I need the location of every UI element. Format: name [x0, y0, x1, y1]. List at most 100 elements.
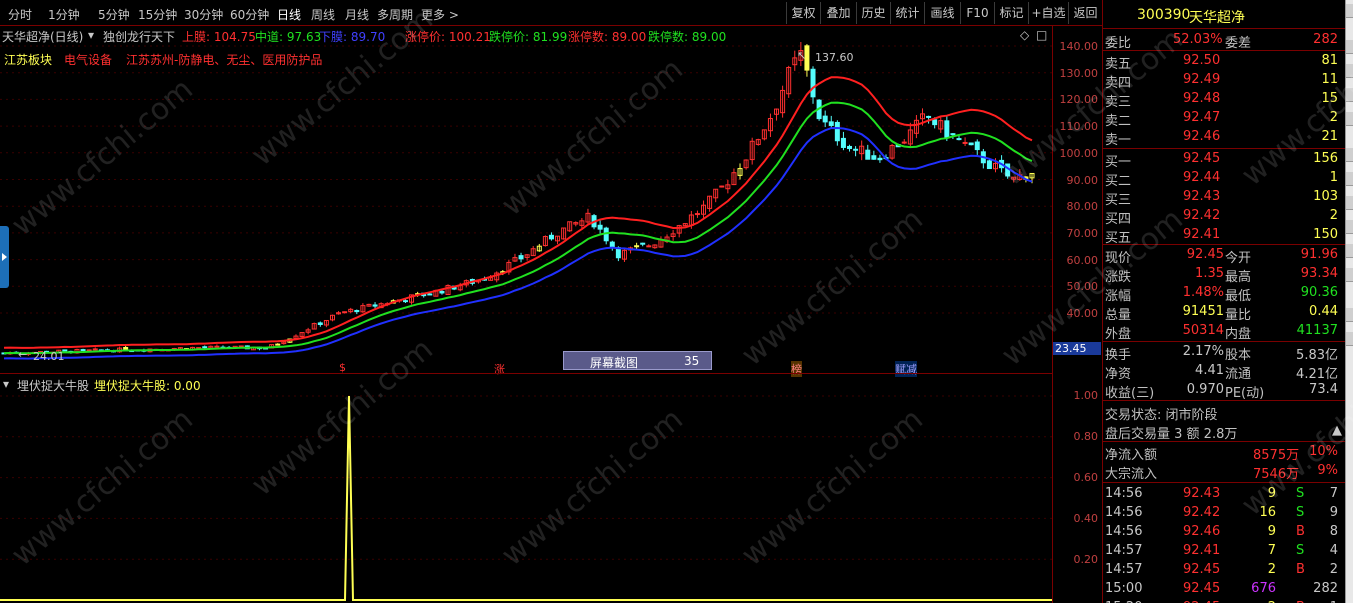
tool-icon[interactable] — [1346, 244, 1353, 258]
tick-volume: 2 — [1267, 562, 1276, 577]
sell-level-label: 卖五 — [1105, 57, 1132, 72]
candle-body — [926, 115, 932, 118]
buy-price: 92.42 — [1183, 208, 1221, 223]
period-30min[interactable]: 30分钟 — [184, 6, 223, 23]
period-monthly[interactable]: 月线 — [345, 6, 369, 23]
weibi-label: 委比 — [1105, 36, 1132, 51]
tool-icon[interactable] — [1346, 112, 1353, 126]
divider — [1103, 482, 1346, 483]
stats-label: 股本 — [1225, 348, 1252, 363]
buy-level-row: 买五 92.41 150 — [1103, 226, 1346, 246]
mark-button[interactable]: 标记 — [994, 2, 1028, 24]
tool-icon[interactable] — [1346, 4, 1353, 18]
price-tick: 80.00 — [1066, 200, 1099, 213]
candle-body — [871, 155, 877, 160]
candle-body — [810, 68, 816, 98]
ind-tick: 0.40 — [1073, 512, 1099, 525]
candle-body — [968, 142, 974, 146]
stock-name: 天华超净 — [1189, 10, 1245, 26]
buy-price: 92.44 — [1183, 170, 1221, 185]
tick-volume: 7 — [1267, 543, 1276, 558]
tool-icon[interactable] — [1346, 172, 1353, 186]
tool-icon[interactable] — [1346, 148, 1353, 162]
tick-count: 4 — [1329, 543, 1338, 558]
tick-time: 14:56 — [1105, 505, 1143, 520]
tool-icon[interactable] — [1346, 40, 1353, 54]
stats-label: 最低 — [1225, 289, 1252, 304]
tick-time: 15:00 — [1105, 581, 1143, 596]
candle-body — [342, 311, 348, 314]
overlay-button[interactable]: 叠加 — [820, 2, 856, 24]
buy-price: 92.41 — [1183, 227, 1221, 242]
candle-body — [944, 120, 950, 138]
sell-price: 92.50 — [1183, 53, 1221, 68]
candle-body — [548, 234, 554, 240]
tool-icon[interactable] — [1346, 88, 1353, 102]
tool-icon[interactable] — [1346, 308, 1353, 322]
sell-price: 92.47 — [1183, 110, 1221, 125]
ind-tick: 0.20 — [1073, 553, 1099, 566]
period-more[interactable]: 更多 > — [421, 6, 459, 23]
period-60min[interactable]: 60分钟 — [230, 6, 269, 23]
candle-body — [427, 293, 433, 296]
tick-row: 14:56 92.43 9 S 7 — [1103, 485, 1346, 504]
candle-body — [834, 121, 840, 142]
lower-band-line — [3, 126, 1033, 360]
sell-level-label: 卖三 — [1105, 95, 1132, 110]
stats-button[interactable]: 统计 — [890, 2, 924, 24]
period-multi[interactable]: 多周期 — [377, 6, 413, 23]
trade-status-row: 交易状态: 闭市阶段 — [1103, 403, 1346, 423]
tick-price: 92.43 — [1183, 486, 1221, 501]
stats-label: 流通 — [1225, 367, 1252, 382]
tick-row: 14:56 92.42 16 S 9 — [1103, 504, 1346, 523]
weibi-row: 委比 52.03% 委差 282 — [1103, 31, 1346, 51]
history-button[interactable]: 历史 — [856, 2, 890, 24]
period-fenshi[interactable]: 分时 — [8, 6, 32, 23]
period-weekly[interactable]: 周线 — [311, 6, 335, 23]
buy-volume: 1 — [1329, 170, 1338, 185]
ind-tick: 1.00 — [1073, 389, 1099, 402]
tick-volume: 9 — [1267, 524, 1276, 539]
candle-body — [694, 213, 700, 216]
app-window: 分时 1分钟 5分钟 15分钟 30分钟 60分钟 日线 周线 月线 多周期 更… — [0, 0, 1353, 603]
candle-body — [518, 255, 524, 260]
after-hours-row: 盘后交易量 3 额 2.8万 ▲ — [1103, 422, 1346, 442]
tick-time: 14:56 — [1105, 524, 1143, 539]
tool-icon[interactable] — [1346, 64, 1353, 78]
tool-icon[interactable] — [1346, 220, 1353, 234]
stats-label: 收益(三) — [1105, 386, 1155, 401]
candle-body — [317, 322, 323, 325]
add-watchlist-button[interactable]: +自选 — [1028, 2, 1068, 24]
stats-label: PE(动) — [1225, 386, 1265, 401]
tick-volume: 16 — [1259, 505, 1276, 520]
price-tick: 40.00 — [1066, 307, 1099, 320]
expand-left-panel-tab[interactable] — [0, 226, 9, 288]
stats-row: 现价 92.45 今开 91.96 — [1103, 246, 1346, 266]
f10-button[interactable]: F10 — [960, 2, 994, 24]
expand-icon[interactable]: ▲ — [1332, 423, 1342, 438]
tool-icon[interactable] — [1346, 268, 1353, 282]
stats-value: 93.34 — [1300, 266, 1338, 281]
period-1min[interactable]: 1分钟 — [48, 6, 80, 23]
candle-body — [372, 304, 378, 307]
stats2-row: 换手 2.17% 股本 5.83亿 — [1103, 343, 1346, 363]
period-daily[interactable]: 日线 — [277, 6, 301, 23]
period-5min[interactable]: 5分钟 — [98, 6, 130, 23]
buy-level-row: 买一 92.45 156 — [1103, 150, 1346, 170]
indicator-chart[interactable] — [0, 374, 1052, 603]
candlestick-chart[interactable] — [0, 26, 1052, 373]
back-button[interactable]: 返回 — [1068, 2, 1102, 24]
period-15min[interactable]: 15分钟 — [138, 6, 177, 23]
draw-line-button[interactable]: 画线 — [924, 2, 960, 24]
screenshot-badge[interactable]: 屏幕截图 35 — [563, 351, 712, 370]
tick-price: 92.41 — [1183, 543, 1221, 558]
candle-body — [956, 138, 962, 141]
tool-icon[interactable] — [1346, 196, 1353, 210]
stats-row: 涨跌 1.35 最高 93.34 — [1103, 265, 1346, 285]
block-inflow-value: 7546万 — [1253, 467, 1300, 482]
tick-price: 92.46 — [1183, 524, 1221, 539]
tool-icon[interactable] — [1346, 332, 1353, 346]
trade-status: 交易状态: 闭市阶段 — [1105, 408, 1218, 423]
fuquan-button[interactable]: 复权 — [786, 2, 820, 24]
candle-body — [853, 148, 859, 151]
